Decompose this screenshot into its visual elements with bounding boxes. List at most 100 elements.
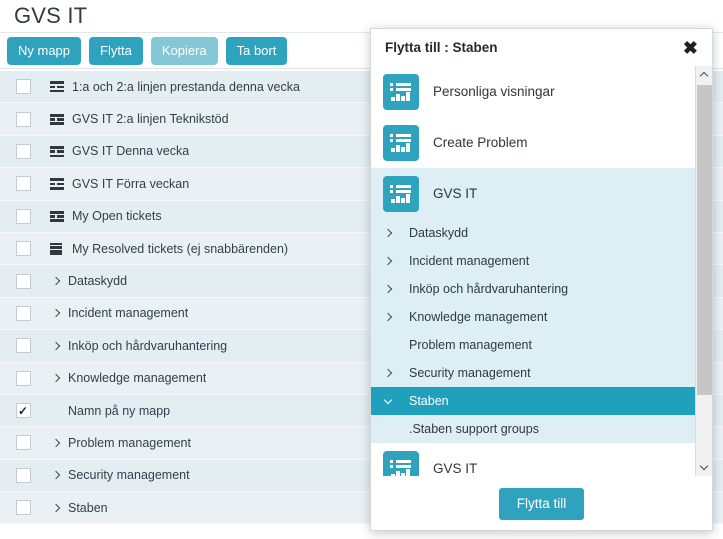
close-icon[interactable]: ✖ — [681, 39, 700, 57]
page-title: GVS IT — [14, 3, 88, 28]
row-checkbox-cell — [0, 273, 46, 289]
list-row-label: GVS IT Denna vecka — [72, 144, 190, 159]
row-checkbox[interactable] — [15, 79, 31, 95]
row-icon-cell — [46, 243, 72, 255]
row-icon-cell — [46, 210, 72, 222]
list-row-label: Dataskydd — [68, 274, 128, 289]
chevron-right-icon — [383, 312, 393, 322]
chevron-down-icon — [383, 395, 393, 404]
dialog-folder-row-clipped[interactable]: GVS IT — [371, 443, 695, 476]
dialog-tree-row[interactable]: Incident management — [371, 247, 695, 275]
dialog-folder-label: Create Problem — [433, 135, 528, 150]
row-checkbox-cell — [0, 370, 46, 386]
list-row-label: GVS IT 2:a linjen Teknikstöd — [72, 112, 229, 127]
dialog-tree-row[interactable]: Knowledge management — [371, 303, 695, 331]
dialog-tree-row[interactable]: .Staben support groups — [371, 415, 695, 443]
expand-chevron-right-icon[interactable] — [46, 373, 68, 383]
tree-expand-toggle[interactable] — [383, 395, 409, 404]
row-checkbox[interactable] — [15, 305, 31, 321]
dialog-tree-label: Inköp och hårdvaruhantering — [409, 282, 569, 296]
dialog-tree-row[interactable]: Staben — [371, 387, 695, 415]
dialog-footer: Flytta till — [371, 476, 712, 530]
toolbar-button-flytta[interactable]: Flytta — [89, 36, 143, 65]
scrollbar-track[interactable] — [695, 83, 712, 459]
chevron-right-icon — [383, 368, 393, 378]
list-row-label: Namn på ny mapp — [68, 403, 171, 418]
move-to-dialog: Flytta till : Staben ✖ Personliga visnin… — [370, 28, 713, 531]
row-checkbox[interactable] — [15, 241, 31, 257]
row-checkbox[interactable] — [15, 338, 31, 354]
row-checkbox[interactable] — [15, 208, 31, 224]
list-row-label: Knowledge management — [68, 371, 207, 386]
row-checkbox[interactable] — [15, 435, 31, 451]
tree-expand-toggle[interactable] — [383, 284, 409, 294]
row-checkbox-cell — [0, 241, 46, 257]
expand-chevron-right-icon[interactable] — [46, 341, 68, 351]
tree-scrollbar[interactable] — [695, 66, 712, 476]
chevron-right-icon — [51, 438, 61, 448]
row-checkbox[interactable] — [15, 111, 31, 127]
folder-tree: Personliga visningar Create Problem GVS IT… — [371, 66, 695, 476]
list-row-label: Security management — [68, 468, 190, 483]
chevron-right-icon — [51, 309, 61, 318]
dialog-tree-row[interactable]: Problem management — [371, 331, 695, 359]
table-report-icon — [50, 113, 64, 125]
scroll-down-icon[interactable] — [695, 459, 712, 476]
dialog-folder-row[interactable]: Personliga visningar — [371, 66, 695, 117]
row-checkbox-cell — [0, 467, 46, 483]
move-to-confirm-button[interactable]: Flytta till — [498, 487, 585, 520]
dialog-tree-label: Security management — [409, 366, 531, 380]
dialog-header: Flytta till : Staben ✖ — [371, 29, 712, 66]
expand-chevron-right-icon[interactable] — [46, 309, 68, 318]
report-folder-icon — [383, 175, 419, 212]
dialog-tree-row[interactable]: Security management — [371, 359, 695, 387]
row-icon-cell — [46, 81, 72, 93]
toolbar-button-ny-mapp[interactable]: Ny mapp — [7, 36, 82, 65]
dialog-tree-row[interactable]: Dataskydd — [371, 219, 695, 247]
list-row-label: Incident management — [68, 306, 189, 321]
chevron-right-icon — [51, 341, 61, 351]
row-checkbox[interactable] — [15, 143, 31, 159]
report-folder-icon — [383, 73, 419, 110]
list-row-label: Problem management — [68, 435, 191, 450]
expand-chevron-right-icon[interactable] — [46, 276, 68, 286]
tree-expand-toggle[interactable] — [383, 256, 409, 266]
expand-chevron-right-icon[interactable] — [46, 471, 68, 480]
row-checkbox-cell — [0, 338, 46, 354]
tree-expand-toggle[interactable] — [383, 312, 409, 322]
list-report-icon — [50, 243, 62, 255]
expand-chevron-right-icon[interactable] — [46, 438, 68, 448]
list-row-label: 1:a och 2:a linjen prestanda denna vecka — [72, 79, 300, 94]
chevron-right-icon — [51, 276, 61, 286]
list-row-label: Inköp och hårdvaruhantering — [68, 338, 228, 353]
row-icon-cell — [46, 178, 72, 190]
row-checkbox[interactable] — [15, 467, 31, 483]
table-report-icon — [50, 145, 64, 158]
tree-expand-toggle[interactable] — [383, 228, 409, 238]
row-checkbox[interactable]: ✓ — [15, 403, 31, 419]
expand-chevron-right-icon[interactable] — [46, 503, 68, 513]
row-checkbox-cell — [0, 208, 46, 224]
dialog-folder-row[interactable]: Create Problem — [371, 117, 695, 168]
row-checkbox[interactable] — [15, 273, 31, 289]
list-row-label: GVS IT Förra veckan — [72, 176, 190, 191]
chevron-right-icon — [51, 503, 61, 513]
tree-expand-toggle[interactable] — [383, 368, 409, 378]
row-icon-cell — [46, 145, 72, 158]
list-row-label: My Open tickets — [72, 209, 162, 224]
dialog-tree-label: Problem management — [409, 338, 532, 352]
dialog-tree-row[interactable]: Inköp och hårdvaruhantering — [371, 275, 695, 303]
dialog-folder-label: Personliga visningar — [433, 84, 555, 99]
dialog-tree-label: Incident management — [409, 254, 530, 268]
scrollbar-thumb[interactable] — [696, 85, 712, 395]
dialog-folder-row[interactable]: GVS IT — [371, 168, 695, 219]
row-checkbox[interactable] — [15, 176, 31, 192]
row-icon-cell — [46, 113, 72, 125]
row-checkbox[interactable] — [15, 370, 31, 386]
row-checkbox[interactable] — [15, 500, 31, 516]
toolbar-button-ta-bort[interactable]: Ta bort — [225, 36, 288, 65]
scroll-up-icon[interactable] — [695, 66, 712, 83]
chevron-right-icon — [383, 228, 393, 238]
chevron-right-icon — [383, 284, 393, 294]
row-checkbox-cell — [0, 435, 46, 451]
